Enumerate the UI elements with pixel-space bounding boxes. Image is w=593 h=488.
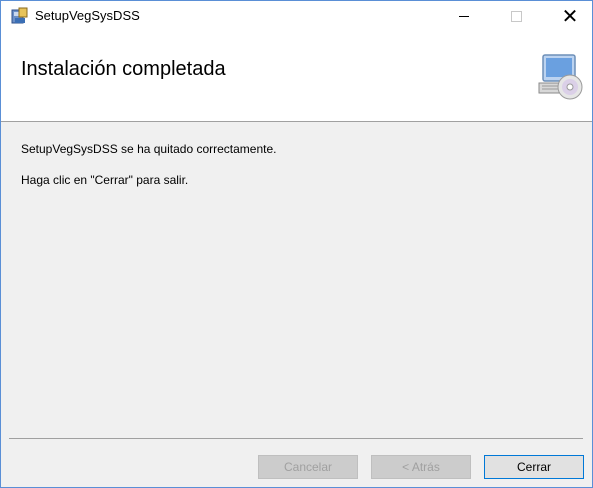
content-area: SetupVegSysDSS se ha quitado correctamen… [1,122,592,437]
header-banner: Instalación completada [1,31,592,122]
close-window-button[interactable]: ✕ [547,1,593,31]
window-title: SetupVegSysDSS [35,8,140,23]
close-button[interactable]: Cerrar [484,455,584,479]
maximize-button [493,1,539,31]
instruction-message: Haga clic en "Cerrar" para salir. [21,173,189,187]
back-button: < Atrás [371,455,471,479]
computer-disc-icon [538,54,583,100]
close-icon: ✕ [561,5,579,28]
minimize-button[interactable] [441,1,487,31]
minimize-icon [459,15,469,17]
status-message: SetupVegSysDSS se ha quitado correctamen… [21,142,277,156]
maximize-icon [510,10,522,22]
footer-divider [9,438,583,439]
page-title: Instalación completada [21,58,226,80]
title-bar[interactable]: SetupVegSysDSS ✕ [1,1,592,31]
installer-window: SetupVegSysDSS ✕ Instalación completada … [0,0,593,488]
installer-app-icon [11,7,28,24]
cancel-button: Cancelar [258,455,358,479]
